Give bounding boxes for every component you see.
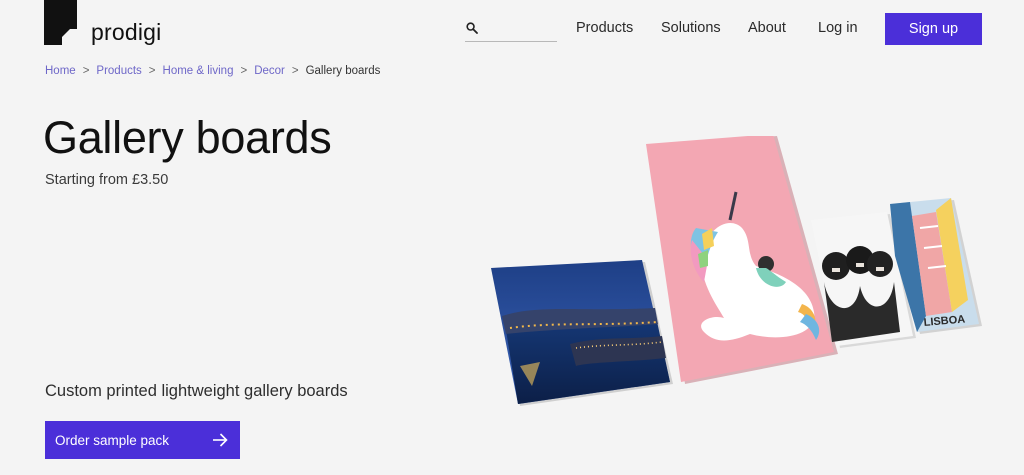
page-title: Gallery boards <box>43 112 332 163</box>
product-tagline: Custom printed lightweight gallery board… <box>45 382 348 400</box>
breadcrumb-separator: > <box>291 65 299 77</box>
search-input[interactable] <box>465 16 557 42</box>
gallery-boards-product-image: LISBOA <box>491 136 982 406</box>
breadcrumb-separator: > <box>148 65 156 77</box>
harbour-board <box>491 260 673 406</box>
breadcrumb-products[interactable]: Products <box>96 65 141 77</box>
brand-name: prodigi <box>91 19 162 45</box>
nav-login[interactable]: Log in <box>818 20 858 36</box>
nav-solutions[interactable]: Solutions <box>661 20 721 36</box>
order-sample-pack-button[interactable]: Order sample pack <box>45 421 240 459</box>
breadcrumb-separator: > <box>240 65 248 77</box>
unicorn-board <box>646 136 838 384</box>
sign-up-button[interactable]: Sign up <box>885 13 982 45</box>
site-header: prodigi Products Solutions About Log in … <box>0 0 1024 56</box>
starting-price: Starting from £3.50 <box>45 172 169 188</box>
breadcrumb-home[interactable]: Home <box>45 65 76 77</box>
breadcrumb: Home > Products > Home & living > Decor … <box>45 65 380 77</box>
breadcrumb-separator: > <box>82 65 90 77</box>
breadcrumb-home-living[interactable]: Home & living <box>163 65 234 77</box>
nav-about[interactable]: About <box>748 20 786 36</box>
nav-products[interactable]: Products <box>576 20 633 36</box>
breadcrumb-decor[interactable]: Decor <box>254 65 285 77</box>
logo-mark-icon <box>44 0 77 45</box>
breadcrumb-current: Gallery boards <box>305 65 381 77</box>
brand-logo[interactable]: prodigi <box>44 0 161 45</box>
order-sample-pack-label: Order sample pack <box>55 432 170 448</box>
arrow-right-icon <box>213 433 228 447</box>
search-icon <box>466 22 478 34</box>
